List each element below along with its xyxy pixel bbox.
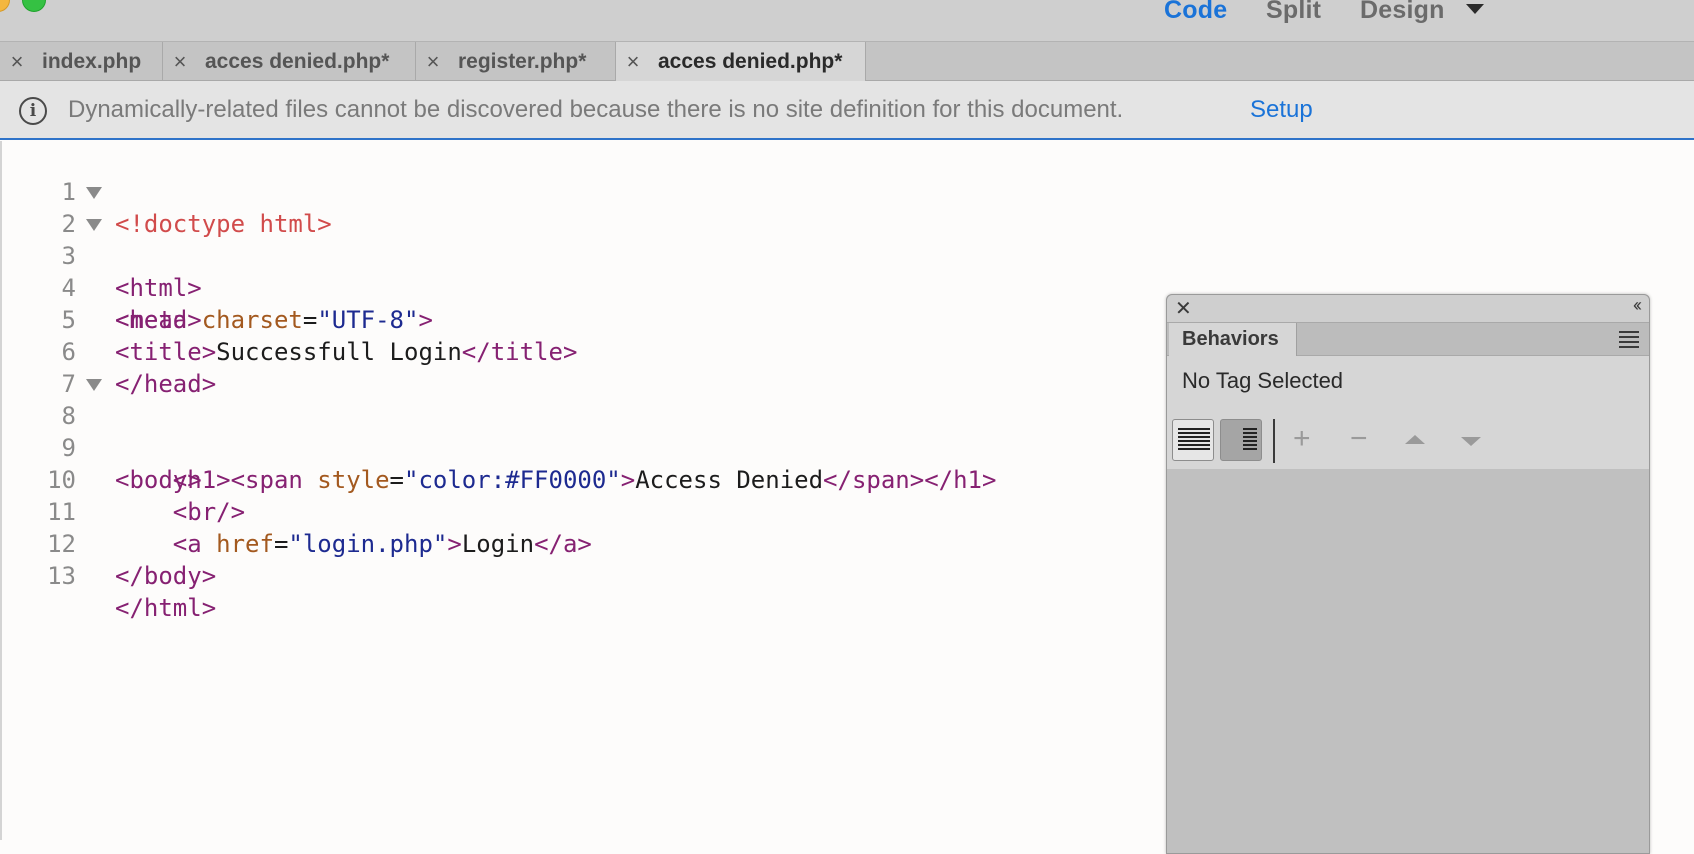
tab-acces-denied-php[interactable]: × acces denied.php* [163,42,416,81]
minimize-window-button[interactable] [0,0,10,12]
tab-label: acces denied.php* [658,49,843,73]
tag-token: </html> [115,594,217,622]
fold-triangle-icon[interactable] [86,187,102,199]
show-all-events-button[interactable] [1220,419,1262,461]
tab-index-php[interactable]: × index.php [0,42,163,81]
info-message: Dynamically-related files cannot be disc… [68,96,1124,123]
tag-token: </body> [115,562,217,590]
line-number: 13 [47,562,76,590]
panel-menu-icon[interactable] [1619,331,1639,348]
code-line: 5 <title>Successfull Login</title> [2,272,1162,366]
code-line: 1 <!doctype html> [2,144,1162,238]
code-line: 2 <html> [2,176,1162,302]
close-icon[interactable]: × [422,49,444,75]
move-up-icon[interactable] [1405,435,1425,444]
close-icon[interactable]: × [169,49,191,75]
code-line: 6 </head> [2,304,1162,398]
close-icon[interactable]: ✕ [1175,296,1192,321]
close-icon[interactable]: × [6,49,28,75]
panel-title-bar[interactable]: ✕ ‹‹ [1167,295,1649,323]
info-icon: i [19,97,47,125]
tab-register-php[interactable]: × register.php* [416,42,616,81]
tab-label: acces denied.php* [205,49,390,73]
fold-triangle-icon[interactable] [86,219,102,231]
split-view-button[interactable]: Split [1266,0,1321,25]
setup-link[interactable]: Setup [1250,96,1313,124]
toolbar-divider [1273,419,1275,463]
code-line: 3 <head> [2,208,1162,334]
list-icon [1178,428,1210,452]
tab-behaviors[interactable]: Behaviors [1169,323,1297,356]
code-line: 9 <h1><span style="color:#FF0000">Access… [2,400,1162,494]
status-text: No Tag Selected [1182,368,1344,393]
code-line: 7 [2,336,1162,398]
code-view-button[interactable]: Code [1164,0,1227,25]
fold-triangle-icon[interactable] [86,379,102,391]
add-behavior-button[interactable]: + [1293,419,1311,459]
document-tab-bar: × index.php × acces denied.php* × regist… [0,42,1694,81]
code-line: 8 <body> [2,368,1162,494]
close-icon[interactable]: × [622,49,644,75]
behaviors-panel: ✕ ‹‹ Behaviors No Tag Selected + − [1166,294,1650,854]
code-line: 13 </html> [2,528,1162,622]
tab-label: register.php* [458,49,587,73]
tab-label: index.php [42,49,142,73]
show-set-events-button[interactable] [1172,419,1214,461]
move-down-icon[interactable] [1461,437,1481,446]
chevron-down-icon[interactable] [1466,4,1484,14]
info-bar: i Dynamically-related files cannot be di… [0,81,1694,140]
code-line: 10 <br/> [2,432,1162,526]
document-toolbar: Code Split Design [0,0,1694,42]
code-line: 4 <meta charset="UTF-8"> [2,240,1162,334]
design-view-button[interactable]: Design [1360,0,1445,25]
remove-behavior-button[interactable]: − [1350,419,1368,459]
zoom-window-button[interactable] [22,0,46,12]
code-line: 12 </body> [2,496,1162,590]
panel-tab-bar: Behaviors [1167,323,1649,356]
code-line: 11 <a href="login.php">Login</a> [2,464,1162,558]
tab-acces-denied-php-active[interactable]: × acces denied.php* [616,42,866,81]
list-icon [1243,428,1257,452]
collapse-icon[interactable]: ‹‹ [1633,295,1642,316]
